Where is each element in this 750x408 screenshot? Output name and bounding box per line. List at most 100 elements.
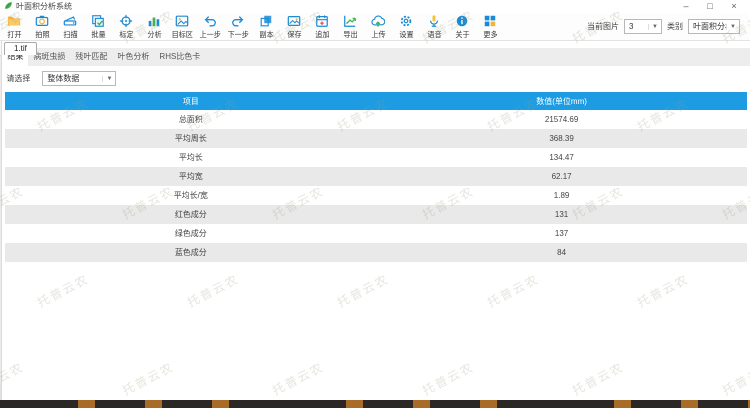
row-label: 平均长 xyxy=(5,148,376,167)
category-label: 类别 xyxy=(667,21,683,32)
table-row[interactable]: 蓝色成分84 xyxy=(5,243,747,262)
document-tab[interactable]: 1.tif xyxy=(4,42,37,55)
tab-rhs-color-card[interactable]: RHS比色卡 xyxy=(154,48,205,66)
scanner-icon xyxy=(63,14,77,28)
save-image-icon xyxy=(287,14,301,28)
current-image-select[interactable]: 3 ▼ xyxy=(624,19,662,34)
toolbar-label: 追加 xyxy=(315,29,329,39)
toolbar-button-target-area[interactable]: 目标区 xyxy=(168,14,196,40)
toolbar-button-analyze[interactable]: 分析 xyxy=(140,14,168,40)
row-value: 1.89 xyxy=(376,186,747,205)
row-label: 绿色成分 xyxy=(5,224,376,243)
voice-mic-icon xyxy=(427,14,441,28)
row-value: 137 xyxy=(376,224,747,243)
row-value: 21574.69 xyxy=(376,110,747,129)
toolbar-label: 上一步 xyxy=(199,29,220,39)
toolbar-button-calibrate[interactable]: 标定 xyxy=(112,14,140,40)
row-label: 平均宽 xyxy=(5,167,376,186)
table-row[interactable]: 平均宽62.17 xyxy=(5,167,747,186)
toolbar-button-upload[interactable]: 上传 xyxy=(364,14,392,40)
calibrate-target-icon xyxy=(119,14,133,28)
toolbar-button-next[interactable]: 下一步 xyxy=(224,14,252,40)
column-header-item: 项目 xyxy=(5,92,376,110)
row-label: 总面积 xyxy=(5,110,376,129)
row-value: 368.39 xyxy=(376,129,747,148)
main-area: 1.tif ▼ xyxy=(0,41,750,400)
toolbar-button-more[interactable]: 更多 xyxy=(476,14,504,40)
tab-broken-leaf-match[interactable]: 残叶匹配 xyxy=(70,48,112,66)
table-row[interactable]: 平均周长368.39 xyxy=(5,129,747,148)
toolbar-label: 设置 xyxy=(399,29,413,39)
desktop-taskbar-strip xyxy=(0,400,750,408)
row-value: 134.47 xyxy=(376,148,747,167)
app-window: 叶面积分析系统 – □ × 打开 拍照 扫描 批量 标定 分析 目标区 上一步 … xyxy=(0,0,750,408)
row-label: 蓝色成分 xyxy=(5,243,376,262)
table-row[interactable]: 绿色成分137 xyxy=(5,224,747,243)
toolbar-button-photo[interactable]: 拍照 xyxy=(28,14,56,40)
minimize-button[interactable]: – xyxy=(674,1,698,13)
row-value: 131 xyxy=(376,205,747,224)
toolbar-label: 导出 xyxy=(343,29,357,39)
toolbar-label: 批量 xyxy=(91,29,105,39)
title-bar: 叶面积分析系统 – □ × xyxy=(0,0,750,13)
toolbar-button-save[interactable]: 保存 xyxy=(280,14,308,40)
tab-leaf-color[interactable]: 叶色分析 xyxy=(112,48,154,66)
batch-images-icon xyxy=(91,14,105,28)
results-panel: 结果 病斑虫损 残叶匹配 叶色分析 RHS比色卡 请选择 整体数据 ▼ 项目 数… xyxy=(2,41,750,400)
toolbar-label: 扫描 xyxy=(63,29,77,39)
table-row[interactable]: 平均长134.47 xyxy=(5,148,747,167)
data-selector-row: 请选择 整体数据 ▼ xyxy=(2,66,750,90)
more-grid-icon xyxy=(483,14,497,28)
toolbar-button-duplicate[interactable]: 副本 xyxy=(252,14,280,40)
data-scope-select[interactable]: 整体数据 ▼ xyxy=(42,71,116,86)
settings-gear-icon xyxy=(399,14,413,28)
toolbar-button-previous[interactable]: 上一步 xyxy=(196,14,224,40)
analyze-chart-icon xyxy=(147,14,161,28)
toolbar-label: 更多 xyxy=(483,29,497,39)
row-label: 平均长/宽 xyxy=(5,186,376,205)
target-area-icon xyxy=(175,14,189,28)
toolbar-button-batch[interactable]: 批量 xyxy=(84,14,112,40)
export-chart-icon xyxy=(343,14,357,28)
append-calendar-icon xyxy=(315,14,329,28)
category-select[interactable]: 叶面积分析 ▼ xyxy=(688,19,740,34)
window-title: 叶面积分析系统 xyxy=(16,1,72,12)
table-row[interactable]: 平均长/宽1.89 xyxy=(5,186,747,205)
maximize-button[interactable]: □ xyxy=(698,1,722,13)
toolbar-button-export[interactable]: 导出 xyxy=(336,14,364,40)
toolbar-label: 副本 xyxy=(259,29,273,39)
undo-arrow-icon xyxy=(203,14,217,28)
toolbar-label: 保存 xyxy=(287,29,301,39)
toolbar-label: 标定 xyxy=(119,29,133,39)
toolbar-label: 关于 xyxy=(455,29,469,39)
toolbar-label: 下一步 xyxy=(227,29,248,39)
table-row[interactable]: 红色成分131 xyxy=(5,205,747,224)
row-label: 平均周长 xyxy=(5,129,376,148)
results-table: 项目 数值(单位mm) 总面积21574.69平均周长368.39平均长134.… xyxy=(5,92,747,262)
toolbar-label: 拍照 xyxy=(35,29,49,39)
open-folder-icon xyxy=(7,14,21,28)
duplicate-icon xyxy=(259,14,273,28)
toolbar-label: 打开 xyxy=(7,29,21,39)
toolbar-button-scan[interactable]: 扫描 xyxy=(56,14,84,40)
selector-label: 请选择 xyxy=(6,73,30,84)
close-button[interactable]: × xyxy=(722,1,746,13)
cloud-upload-icon xyxy=(371,14,385,28)
about-info-icon xyxy=(455,14,469,28)
toolbar-button-settings[interactable]: 设置 xyxy=(392,14,420,40)
row-label: 红色成分 xyxy=(5,205,376,224)
toolbar-label: 分析 xyxy=(147,29,161,39)
toolbar-button-about[interactable]: 关于 xyxy=(448,14,476,40)
toolbar-label: 语音 xyxy=(427,29,441,39)
table-row[interactable]: 总面积21574.69 xyxy=(5,110,747,129)
toolbar-button-voice[interactable]: 语音 xyxy=(420,14,448,40)
chevron-down-icon: ▼ xyxy=(726,24,739,30)
panel-empty-space xyxy=(2,262,750,400)
toolbar-button-open[interactable]: 打开 xyxy=(0,14,28,40)
redo-arrow-icon xyxy=(231,14,245,28)
row-value: 62.17 xyxy=(376,167,747,186)
main-toolbar: 打开 拍照 扫描 批量 标定 分析 目标区 上一步 下一步 副本 保存 追加 导… xyxy=(0,13,750,41)
toolbar-button-append[interactable]: 追加 xyxy=(308,14,336,40)
chevron-down-icon: ▼ xyxy=(102,76,115,82)
toolbar-label: 目标区 xyxy=(171,29,192,39)
